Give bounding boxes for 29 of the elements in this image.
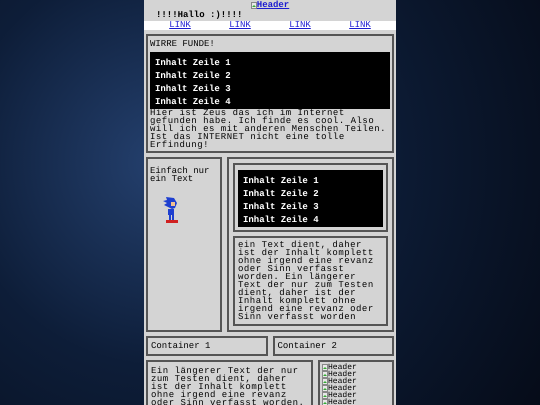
- broken-image: Header: [322, 371, 390, 378]
- list-line: Inhalt Zeile 2: [243, 189, 320, 199]
- list-line: Inhalt Zeile 2: [155, 71, 232, 81]
- side-text: Einfach nur ein Text: [150, 167, 210, 183]
- paragraph: Hier ist Zeus das ich im Internet gefunden habe. Ich finde es cool. Also will ich es mit anderen Menschen Teilen. Ist das INTERNET nicht eine tolle Erfindung!: [150, 109, 388, 149]
- nav-link[interactable]: LINK: [169, 21, 191, 30]
- list-line: Inhalt Zeile 4: [155, 97, 232, 107]
- container-box: Container 2: [272, 336, 394, 356]
- list-line: Inhalt Zeile 3: [243, 202, 320, 212]
- list-line: Inhalt Zeile 1: [243, 176, 320, 186]
- list-line: Inhalt Zeile 4: [243, 215, 320, 225]
- nav-link[interactable]: LINK: [229, 21, 251, 30]
- paragraph: ein Text dient, daher ist der Inhalt komplett ohne irgend eine revanz oder Sinn verfasst worden. Ein längerer Text der nur zum Testen dient, daher ist der Inhalt komplett ohne irgend eine revanz oder Sinn verfasst worden: [238, 241, 375, 321]
- broken-image: Header: [322, 385, 390, 392]
- nav-link[interactable]: LINK: [289, 21, 311, 30]
- paragraph: Ein längerer Text der nur zum Testen dient, daher ist der Inhalt komplett ohne irgend eine revanz oder Sinn verfasst worden.: [151, 367, 306, 405]
- panel-title: WIRRE FUNDE!: [150, 39, 216, 49]
- greeting-text: !!!!Hallo :)!!!!: [155, 11, 244, 20]
- broken-image: Header: [322, 392, 390, 399]
- broken-image-icon: [250, 2, 257, 9]
- broken-image: Header: [322, 378, 390, 385]
- container-box: Container 1: [146, 336, 268, 356]
- list-line: Inhalt Zeile 3: [155, 84, 232, 94]
- list-line: Inhalt Zeile 1: [155, 58, 232, 68]
- sprite-drawing: [162, 195, 180, 225]
- broken-image: Header: [322, 364, 390, 371]
- header-image-link[interactable]: Header: [250, 1, 290, 10]
- nav-link[interactable]: LINK: [349, 21, 371, 30]
- broken-image: Header: [322, 399, 390, 405]
